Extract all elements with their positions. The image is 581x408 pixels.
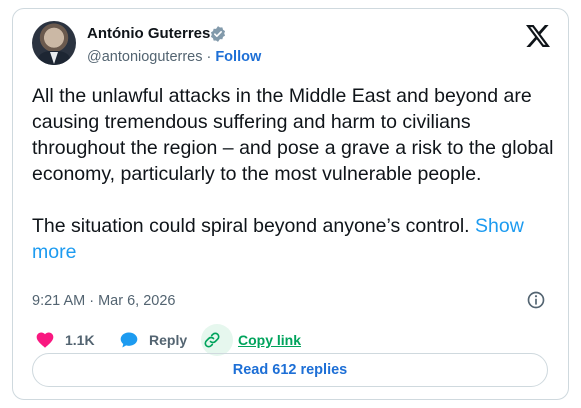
tweet-text: All the unlawful attacks in the Middle E… (32, 83, 560, 265)
tweet-card: António Guterres @antonioguterres · Follow… (12, 8, 569, 400)
author-name[interactable]: António Guterres (87, 25, 210, 42)
link-icon (204, 332, 220, 348)
separator-dot: · (206, 49, 212, 65)
x-logo-icon[interactable] (526, 25, 550, 47)
author-handle[interactable]: @antonioguterres (87, 49, 202, 65)
copy-link-icon-wrap (201, 324, 233, 356)
reply-label: Reply (149, 332, 188, 348)
follow-button[interactable]: Follow (215, 49, 261, 65)
reply-bubble-icon (120, 332, 138, 348)
avatar[interactable] (32, 21, 76, 65)
author-handle-line: @antonioguterres · Follow (87, 49, 261, 65)
like-count: 1.1K (65, 332, 95, 348)
tweet-paragraph-1: All the unlawful attacks in the Middle E… (32, 85, 559, 185)
copy-link-label: Copy link (238, 332, 302, 348)
tweet-timestamp[interactable]: 9:21 AM · Mar 6, 2026 (32, 293, 175, 309)
read-replies-button[interactable]: Read 612 replies (32, 353, 548, 387)
heart-icon (36, 332, 54, 348)
tweet-paragraph-2: The situation could spiral beyond anyone… (32, 215, 470, 237)
info-icon[interactable] (526, 290, 546, 310)
verified-badge-icon (210, 26, 226, 42)
